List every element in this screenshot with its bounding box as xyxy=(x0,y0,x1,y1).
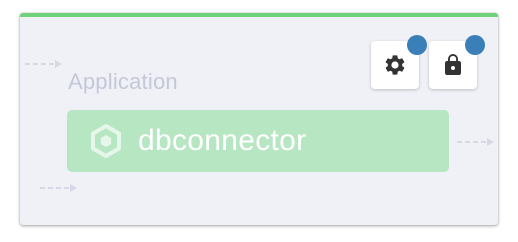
lock-badge-dot xyxy=(465,35,485,55)
incoming-connector-arrow-top xyxy=(25,59,63,69)
application-node-card[interactable]: Application dbconnector xyxy=(20,13,498,225)
settings-button[interactable] xyxy=(371,35,427,89)
gear-icon xyxy=(383,53,407,77)
settings-badge-dot xyxy=(407,35,427,55)
outgoing-connector-arrow xyxy=(457,137,495,147)
node-name-bar[interactable]: dbconnector xyxy=(67,110,449,172)
node-type-label: Application xyxy=(68,69,178,94)
hexagon-app-icon xyxy=(89,124,123,158)
lock-icon xyxy=(441,53,465,77)
incoming-connector-arrow-bottom xyxy=(40,183,78,193)
lock-button[interactable] xyxy=(429,35,485,89)
node-name: dbconnector xyxy=(138,124,307,157)
